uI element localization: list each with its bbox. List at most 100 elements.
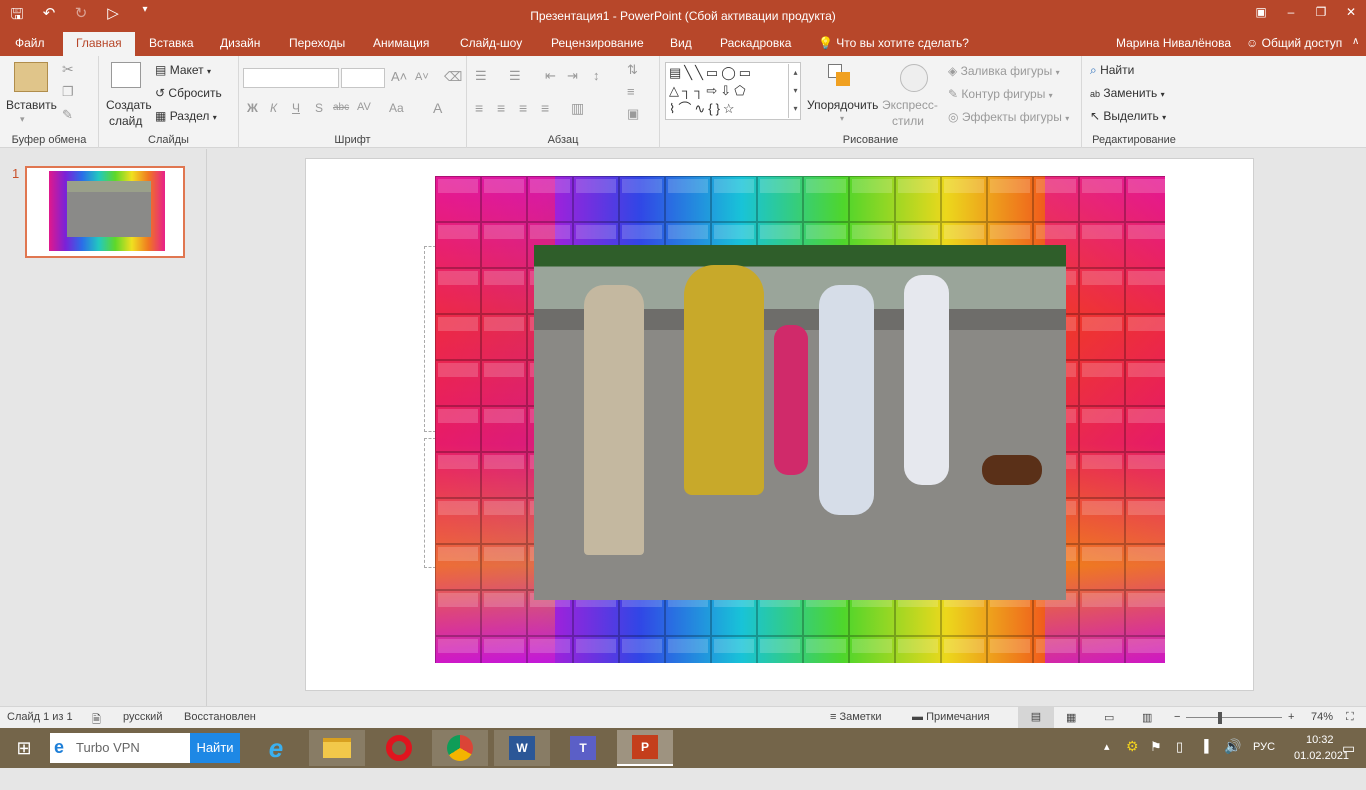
zoom-out-icon[interactable]: − bbox=[1174, 711, 1180, 723]
select-button[interactable]: ↖ Выделить ▾ bbox=[1090, 109, 1166, 123]
close-button[interactable]: ✕ bbox=[1336, 0, 1366, 24]
decrease-font-icon[interactable]: A˅ bbox=[415, 71, 429, 83]
font-size-box[interactable] bbox=[341, 68, 385, 88]
slideshow-view-icon[interactable]: ▥ bbox=[1142, 711, 1152, 724]
language-indicator[interactable]: русский bbox=[123, 711, 162, 723]
user-name[interactable]: Марина Нивалёнова bbox=[1116, 36, 1231, 50]
powerpoint-icon[interactable]: P bbox=[617, 730, 673, 766]
arrange-button[interactable]: Упорядочить bbox=[807, 98, 878, 112]
reading-view-icon[interactable]: ▭ bbox=[1104, 711, 1114, 724]
taskbar-search-button[interactable]: Найти bbox=[190, 733, 240, 763]
smartart-icon[interactable]: ▣ bbox=[627, 106, 639, 122]
chrome-icon[interactable] bbox=[432, 730, 488, 766]
strikethrough-button[interactable]: abc bbox=[333, 102, 349, 113]
align-right-icon[interactable]: ≡ bbox=[519, 100, 527, 116]
ribbon-display-options-icon[interactable]: ▣ bbox=[1246, 0, 1276, 24]
find-button[interactable]: ⌕ Найти bbox=[1090, 63, 1134, 78]
collapse-ribbon-icon[interactable]: ∧ bbox=[1352, 36, 1359, 47]
input-language[interactable]: РУС bbox=[1253, 741, 1275, 781]
tab-view[interactable]: Вид bbox=[670, 36, 692, 50]
battery-icon[interactable]: ▯ bbox=[1176, 739, 1183, 779]
tab-animation[interactable]: Анимация bbox=[373, 36, 429, 50]
align-center-icon[interactable]: ≡ bbox=[497, 100, 505, 116]
shapes-row-3[interactable]: ⌇⌒∿{}☆ bbox=[669, 100, 797, 118]
zoom-slider-thumb[interactable] bbox=[1218, 712, 1223, 724]
reset-button[interactable]: ↺ Сбросить bbox=[155, 86, 222, 100]
copy-icon[interactable]: ❐ bbox=[62, 84, 74, 100]
windows-start-icon[interactable]: ⊞ bbox=[0, 730, 48, 766]
decrease-indent-icon[interactable]: ⇤ bbox=[545, 68, 556, 84]
columns-icon[interactable]: ▥ bbox=[571, 100, 584, 117]
char-spacing-button[interactable]: AV bbox=[357, 101, 371, 113]
shapes-scroll[interactable]: ▴ ▾ ▾ bbox=[788, 64, 802, 118]
normal-view-icon[interactable]: ▤ bbox=[1018, 707, 1054, 728]
format-painter-icon[interactable]: ✎ bbox=[62, 107, 73, 123]
tab-storyboard[interactable]: Раскадровка bbox=[720, 36, 791, 50]
arrange-dropdown-icon[interactable]: ▾ bbox=[840, 114, 844, 123]
minimize-button[interactable]: – bbox=[1276, 0, 1306, 24]
shape-fill-button[interactable]: ◈ Заливка фигуры ▾ bbox=[948, 64, 1060, 78]
clock-date[interactable]: 01.02.2021 bbox=[1294, 750, 1349, 790]
tab-transitions[interactable]: Переходы bbox=[289, 36, 345, 50]
tab-insert[interactable]: Вставка bbox=[149, 36, 194, 50]
tab-design[interactable]: Дизайн bbox=[220, 36, 260, 50]
show-hidden-icons[interactable]: ▴ bbox=[1104, 740, 1110, 780]
new-slide-icon[interactable] bbox=[111, 62, 141, 88]
tab-home[interactable]: Главная bbox=[63, 32, 135, 56]
zoom-in-icon[interactable]: + bbox=[1288, 711, 1294, 723]
slide-sorter-icon[interactable]: ▦ bbox=[1066, 711, 1076, 724]
file-explorer-icon[interactable] bbox=[309, 730, 365, 766]
security-tray-icon[interactable]: ⚙ bbox=[1126, 738, 1139, 778]
shape-effects-button[interactable]: ◎ Эффекты фигуры ▾ bbox=[948, 110, 1069, 124]
taskbar-search-input[interactable]: e Turbo VPN bbox=[50, 733, 190, 763]
zoom-level[interactable]: 74% bbox=[1311, 711, 1333, 723]
new-slide-label-1[interactable]: Создать bbox=[106, 98, 152, 112]
layout-button[interactable]: ▤ Макет ▾ bbox=[155, 63, 211, 77]
increase-font-icon[interactable]: A˄ bbox=[391, 69, 407, 84]
fit-to-window-icon[interactable]: ⛶ bbox=[1346, 711, 1354, 724]
line-spacing-icon[interactable]: ↕ bbox=[593, 68, 600, 83]
justify-icon[interactable]: ≡ bbox=[541, 100, 549, 116]
volume-icon[interactable]: 🔊 bbox=[1224, 738, 1241, 778]
underline-button[interactable]: Ч bbox=[292, 101, 300, 115]
quick-styles-label-1[interactable]: Экспресс- bbox=[882, 98, 938, 112]
network-icon[interactable]: ▐ bbox=[1200, 739, 1209, 779]
align-text-icon[interactable]: ≡ bbox=[627, 84, 635, 99]
cut-icon[interactable]: ✂ bbox=[62, 61, 74, 78]
section-button[interactable]: ▦ Раздел ▾ bbox=[155, 109, 217, 123]
bullets-icon[interactable]: ☰ bbox=[475, 68, 487, 84]
paste-icon[interactable] bbox=[14, 62, 48, 92]
paste-dropdown-icon[interactable]: ▾ bbox=[20, 114, 25, 125]
text-direction-icon[interactable]: ⇅ bbox=[627, 62, 638, 78]
quick-styles-icon[interactable] bbox=[900, 64, 928, 92]
clear-format-icon[interactable]: ⌫ bbox=[444, 69, 462, 85]
notes-button[interactable]: ≡ Заметки bbox=[830, 711, 882, 723]
quick-styles-label-2[interactable]: стили bbox=[892, 114, 924, 128]
opera-icon[interactable] bbox=[371, 730, 427, 766]
tab-file[interactable]: Файл bbox=[15, 36, 45, 50]
internet-explorer-icon[interactable]: e bbox=[248, 730, 304, 766]
align-left-icon[interactable]: ≡ bbox=[475, 100, 483, 116]
shapes-row-1[interactable]: ▤╲╲▭◯▭ bbox=[669, 64, 797, 82]
shadow-button[interactable]: S bbox=[315, 101, 323, 115]
new-slide-label-2[interactable]: слайд bbox=[109, 114, 142, 128]
paste-button[interactable]: Вставить bbox=[6, 98, 57, 112]
font-color-button[interactable]: A bbox=[433, 100, 442, 116]
notifications-icon[interactable]: ▭ bbox=[1342, 740, 1355, 780]
shapes-gallery[interactable]: ▤╲╲▭◯▭ △┐┐⇨⇩⬠ ⌇⌒∿{}☆ bbox=[665, 62, 801, 120]
tab-review[interactable]: Рецензирование bbox=[551, 36, 644, 50]
zoom-slider[interactable] bbox=[1186, 717, 1282, 718]
flag-icon[interactable]: ⚑ bbox=[1150, 739, 1162, 779]
word-icon[interactable]: W bbox=[494, 730, 550, 766]
change-case-button[interactable]: Aa bbox=[389, 101, 404, 115]
tab-slideshow[interactable]: Слайд-шоу bbox=[460, 36, 522, 50]
shape-outline-button[interactable]: ✎ Контур фигуры ▾ bbox=[948, 87, 1053, 101]
shapes-row-2[interactable]: △┐┐⇨⇩⬠ bbox=[669, 82, 797, 100]
teams-icon[interactable]: T bbox=[555, 730, 611, 766]
rainbow-cubes-frame-image[interactable] bbox=[435, 176, 1165, 663]
font-name-box[interactable] bbox=[243, 68, 339, 88]
share-button[interactable]: ☺ Общий доступ bbox=[1246, 36, 1342, 50]
arrange-icon[interactable] bbox=[828, 64, 852, 88]
comments-button[interactable]: ▬ Примечания bbox=[912, 711, 990, 723]
slide-thumbnail[interactable] bbox=[25, 166, 185, 258]
